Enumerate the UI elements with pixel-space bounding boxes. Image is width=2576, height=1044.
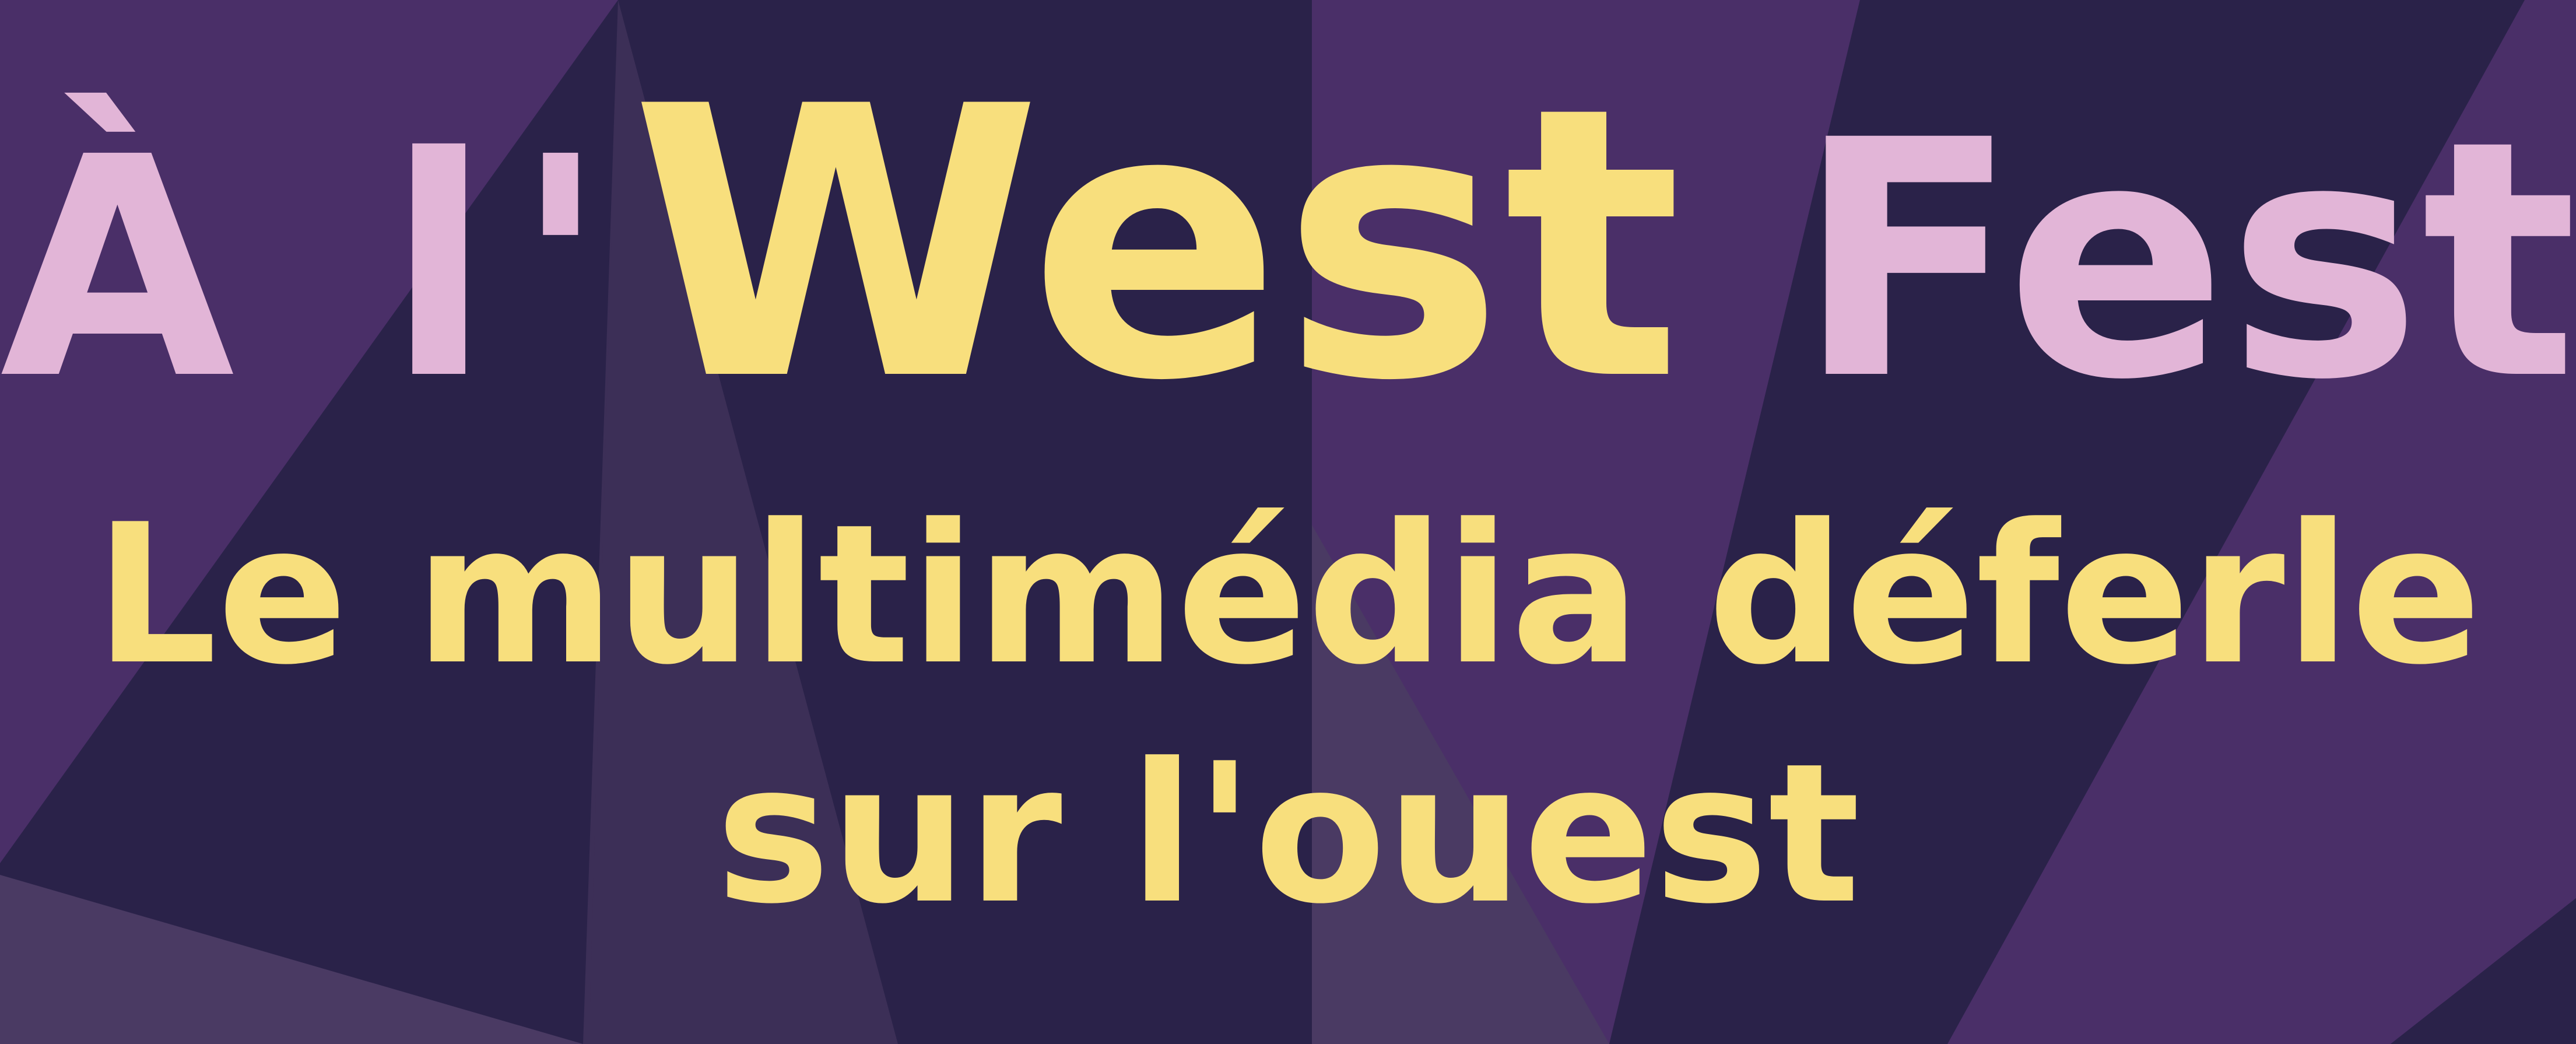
poster-subtitle-line-2: sur l'ouest xyxy=(715,722,1861,946)
title-part-a: À l' xyxy=(0,92,630,446)
title-part-west: West xyxy=(630,27,1682,462)
poster-subtitle-line-1: Le multimédia déferle xyxy=(94,483,2482,707)
title-part-fest: Fest xyxy=(1682,71,2576,451)
poster-title: À l'West Fest xyxy=(0,23,2576,467)
poster-banner: À l'West Fest Le multimédia déferle sur … xyxy=(0,0,2576,1044)
